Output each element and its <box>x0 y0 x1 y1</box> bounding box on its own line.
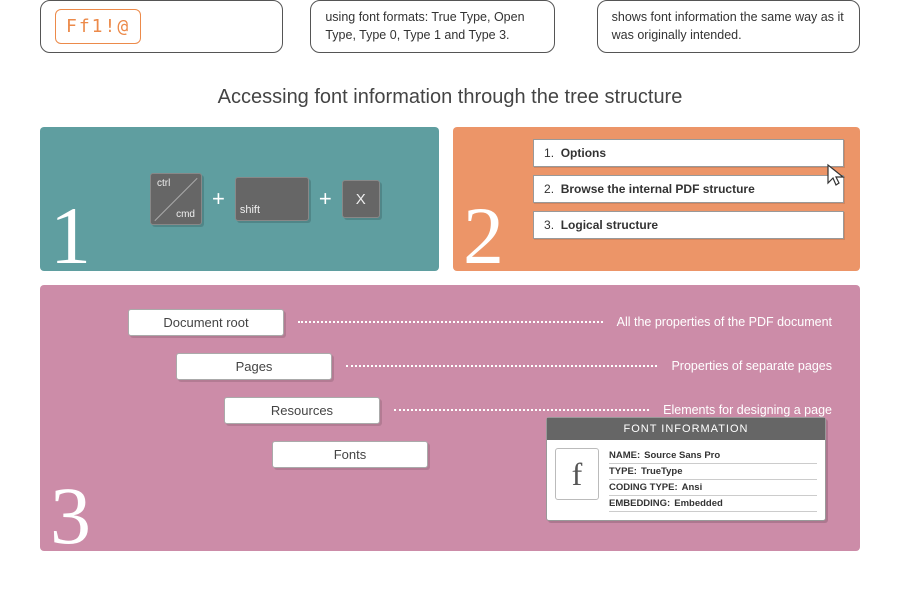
key-shift: shift <box>235 177 309 221</box>
key-x: X <box>342 180 380 218</box>
step-1-panel: 1 ctrl cmd + shift + X <box>40 127 439 271</box>
step-number: 2 <box>463 189 504 283</box>
tree-row: Pages Properties of separate pages <box>128 351 832 381</box>
keyboard-shortcut: ctrl cmd + shift + X <box>150 173 380 225</box>
plus-icon: + <box>319 186 332 212</box>
tree-desc: Properties of separate pages <box>671 359 832 373</box>
step-number: 1 <box>50 189 91 283</box>
info-box-sample: Ff1!@ <box>40 0 283 53</box>
tree-desc: Elements for designing a page <box>663 403 832 417</box>
section-heading: Accessing font information through the t… <box>0 86 900 109</box>
info-box-formats: using font formats: True Type, Open Type… <box>310 0 554 53</box>
tree-desc: All the properties of the PDF document <box>617 315 832 329</box>
tree-node-root[interactable]: Document root <box>128 309 284 336</box>
tree-node-pages[interactable]: Pages <box>176 353 332 380</box>
tree-node-resources[interactable]: Resources <box>224 397 380 424</box>
menu-item-browse[interactable]: 2. Browse the internal PDF structure <box>533 175 844 203</box>
card-title: FONT INFORMATION <box>547 418 825 440</box>
font-info-card: FONT INFORMATION f NAME:Source Sans Pro … <box>546 417 826 521</box>
plus-icon: + <box>212 186 225 212</box>
step-number: 3 <box>50 469 91 563</box>
menu-item-logical[interactable]: 3. Logical structure <box>533 211 844 239</box>
font-properties: NAME:Source Sans Pro TYPE:TrueType CODIN… <box>609 448 817 512</box>
step-3-panel: 3 Document root All the properties of th… <box>40 285 860 551</box>
cursor-icon <box>826 163 848 189</box>
tree-row: Document root All the properties of the … <box>128 307 832 337</box>
menu-list: 1. Options 2. Browse the internal PDF st… <box>533 139 844 239</box>
font-glyph-icon: f <box>555 448 599 500</box>
key-ctrl-cmd: ctrl cmd <box>150 173 202 225</box>
step-2-panel: 2 1. Options 2. Browse the internal PDF … <box>453 127 860 271</box>
menu-item-options[interactable]: 1. Options <box>533 139 844 167</box>
font-sample: Ff1!@ <box>55 9 141 44</box>
info-box-display: shows font information the same way as i… <box>597 0 860 53</box>
tree-node-fonts[interactable]: Fonts <box>272 441 428 468</box>
